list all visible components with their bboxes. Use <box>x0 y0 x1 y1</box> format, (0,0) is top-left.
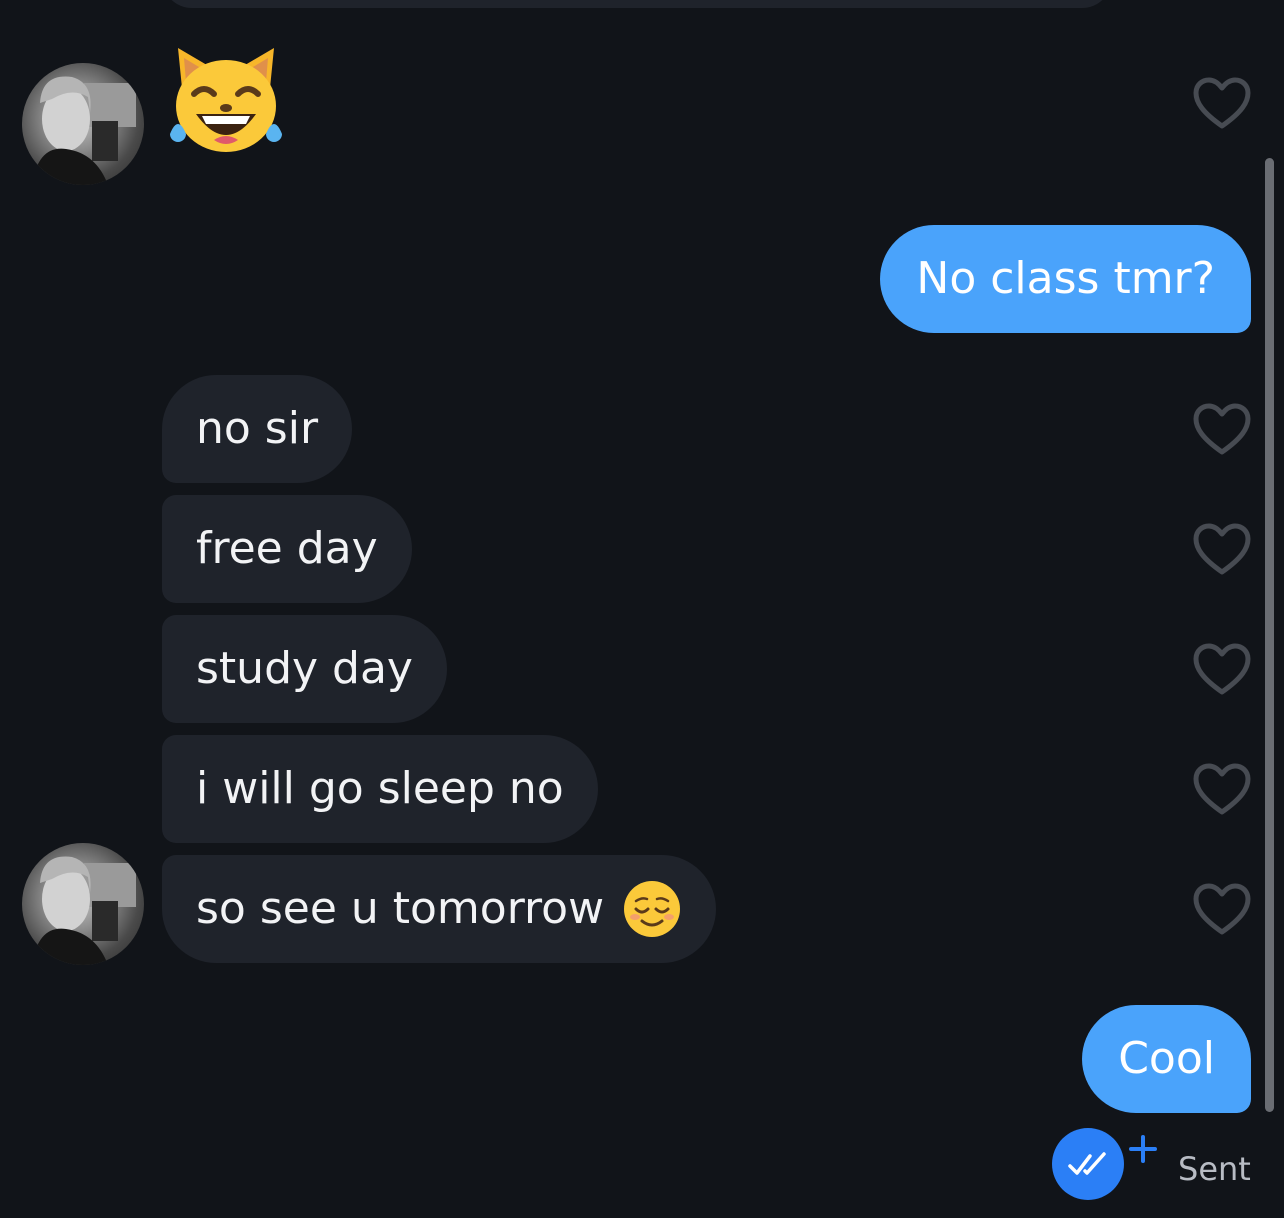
like-button[interactable] <box>1190 879 1254 939</box>
message-text: Cool <box>1118 1033 1215 1084</box>
read-receipt[interactable] <box>1052 1128 1124 1200</box>
previous-message-bubble[interactable] <box>162 0 1112 8</box>
contact-avatar[interactable] <box>22 843 144 965</box>
heart-outline-icon <box>1193 643 1251 695</box>
relieved-face-emoji <box>622 879 682 939</box>
scrollbar[interactable] <box>1265 158 1274 1112</box>
message-text: no sir <box>196 403 319 454</box>
incoming-message[interactable]: i will go sleep no <box>162 735 598 843</box>
message-status: Sent <box>1178 1150 1251 1188</box>
incoming-message[interactable]: study day <box>162 615 447 723</box>
message-text: i will go sleep no <box>196 763 564 814</box>
like-button[interactable] <box>1190 519 1254 579</box>
like-button[interactable] <box>1190 73 1254 133</box>
heart-outline-icon <box>1193 403 1251 455</box>
incoming-message[interactable]: so see u tomorrow <box>162 855 717 963</box>
incoming-message[interactable]: free day <box>162 495 412 603</box>
message-text: so see u tomorrow <box>196 883 605 934</box>
like-button[interactable] <box>1190 399 1254 459</box>
heart-outline-icon <box>1193 883 1251 935</box>
cat-with-tears-of-joy-emoji[interactable] <box>168 44 284 160</box>
double-check-icon <box>1068 1152 1106 1175</box>
like-button[interactable] <box>1190 759 1254 819</box>
message-text: No class tmr? <box>916 253 1215 304</box>
plus-icon[interactable] <box>1128 1134 1158 1164</box>
like-button[interactable] <box>1190 639 1254 699</box>
avatar-photo <box>32 856 136 965</box>
chat-thread: No class tmr? no sir free day study day … <box>0 0 1284 1218</box>
message-text: free day <box>196 523 378 574</box>
incoming-message[interactable]: no sir <box>162 375 353 483</box>
heart-outline-icon <box>1193 763 1251 815</box>
heart-outline-icon <box>1193 77 1251 129</box>
avatar-photo <box>32 76 136 185</box>
message-text: study day <box>196 643 413 694</box>
heart-outline-icon <box>1193 523 1251 575</box>
outgoing-message[interactable]: No class tmr? <box>880 225 1251 333</box>
contact-avatar[interactable] <box>22 63 144 185</box>
outgoing-message[interactable]: Cool <box>1082 1005 1251 1113</box>
